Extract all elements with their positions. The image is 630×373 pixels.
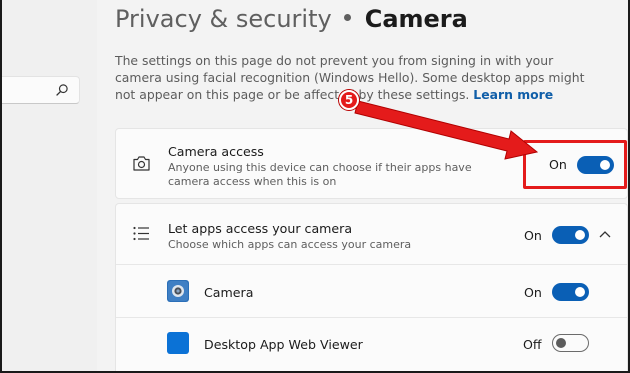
breadcrumb-separator (343, 14, 351, 21)
annotation-step-badge: 5 (339, 90, 359, 110)
app-name-camera: Camera (204, 285, 254, 300)
camera-access-subtitle-line1: Anyone using this device can choose if t… (168, 161, 472, 174)
app-camera-toggle[interactable] (552, 283, 589, 301)
app-web-viewer-toggle[interactable] (552, 334, 589, 352)
apps-access-toggle[interactable] (552, 226, 589, 244)
sidebar (2, 0, 97, 371)
toggle-knob (556, 338, 566, 348)
search-input[interactable] (2, 76, 80, 104)
breadcrumb-parent[interactable]: Privacy & security (115, 5, 332, 33)
camera-icon (133, 156, 150, 171)
annotation-highlight-box (523, 140, 627, 189)
camera-access-subtitle: Anyone using this device can choose if t… (168, 161, 472, 189)
apps-access-state: On (524, 228, 542, 243)
chevron-up-icon[interactable] (599, 230, 611, 238)
camera-access-title: Camera access (168, 144, 264, 159)
breadcrumb: Privacy & security Camera (115, 2, 468, 36)
settings-window: Privacy & security Camera The settings o… (0, 0, 630, 373)
list-icon (133, 226, 149, 241)
app-camera-state: On (524, 285, 542, 300)
apps-access-subtitle: Choose which apps can access your camera (168, 238, 412, 251)
apps-access-title: Let apps access your camera (168, 221, 353, 236)
toggle-knob (575, 230, 585, 240)
toggle-knob (575, 287, 585, 297)
row-divider (116, 317, 627, 318)
search-icon (56, 84, 68, 96)
camera-app-icon (167, 280, 189, 302)
camera-access-subtitle-line2: camera access when this is on (168, 175, 337, 188)
learn-more-link[interactable]: Learn more (473, 87, 553, 102)
apps-access-card: Let apps access your camera Choose which… (115, 203, 628, 371)
web-viewer-app-icon (167, 332, 189, 354)
camera-lens-icon (168, 281, 188, 301)
page-title: Camera (364, 5, 468, 33)
row-divider (116, 264, 627, 265)
app-name-web-viewer: Desktop App Web Viewer (204, 337, 363, 352)
app-web-viewer-state: Off (523, 337, 542, 352)
